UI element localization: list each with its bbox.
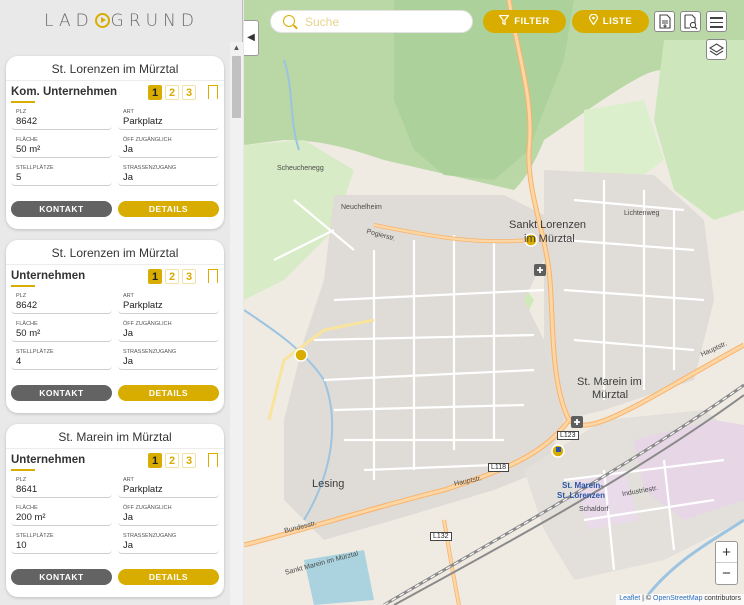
csv-download-icon <box>659 14 671 29</box>
logo-play-icon <box>94 13 110 28</box>
print-button[interactable] <box>680 11 701 32</box>
search-input[interactable] <box>305 14 465 30</box>
bookmark-icon[interactable] <box>207 453 218 472</box>
bookmark-icon[interactable] <box>207 269 218 288</box>
search-box[interactable] <box>270 10 473 33</box>
card-type: Unternehmen <box>11 270 86 282</box>
field-art: ART Parkplatz <box>118 108 219 130</box>
sidebar: LAD GRUND St. Lorenzen im Mürztal Kom. Un… <box>0 0 243 605</box>
field-art: ART Parkplatz <box>118 292 219 314</box>
contact-button[interactable]: KONTAKT <box>11 201 112 217</box>
map-label-place: Neuchelheim <box>341 204 382 211</box>
field-plz: PLZ 8642 <box>11 108 112 130</box>
details-button[interactable]: DETAILS <box>118 201 219 217</box>
map-pin-icon <box>588 14 598 25</box>
card-type: Kom. Unternehmen <box>11 86 118 98</box>
leaflet-link[interactable]: Leaflet <box>619 595 640 602</box>
location-card: St. Marein im Mürztal Unternehmen 1 2 3 … <box>6 424 224 597</box>
contact-button[interactable]: KONTAKT <box>11 569 112 585</box>
map-label-street: Lichtenweg <box>624 210 660 217</box>
field-art: ART Parkplatz <box>118 476 219 498</box>
map-label-place: Schaldorf <box>579 506 609 513</box>
zoom-in-button[interactable]: + <box>716 542 737 563</box>
sidebar-scrollbar[interactable]: ▲ <box>230 42 243 605</box>
field-flaeche: FLÄCHE 200 m² <box>11 504 112 526</box>
bookmark-icon[interactable] <box>207 85 218 104</box>
contact-button[interactable]: KONTAKT <box>11 385 112 401</box>
map-label-place: Scheuchenegg <box>277 165 324 172</box>
field-oeff-zugaenglich: ÖFF ZUGÄNGLICH Ja <box>118 504 219 526</box>
card-pager: 1 2 3 <box>148 269 196 284</box>
card-town: St. Lorenzen im Mürztal <box>51 246 179 260</box>
list-button[interactable]: LISTE <box>572 10 649 33</box>
field-stellplaetze: STELLPLÄTZE 10 <box>11 532 112 554</box>
details-button[interactable]: DETAILS <box>118 385 219 401</box>
field-strassenzugang: STRASSENZUGANG Ja <box>118 348 219 370</box>
layers-icon <box>708 43 725 56</box>
field-strassenzugang: STRASSENZUGANG Ja <box>118 532 219 554</box>
scroll-thumb[interactable] <box>232 56 241 118</box>
card-town: St. Lorenzen im Mürztal <box>51 62 179 76</box>
filter-icon <box>499 15 510 25</box>
filter-button[interactable]: FILTER <box>483 10 566 33</box>
card-town: St. Marein im Mürztal <box>58 430 172 444</box>
map-label-station: St. Marein- <box>562 481 603 490</box>
map-tiles <box>244 0 744 605</box>
details-button[interactable]: DETAILS <box>118 569 219 585</box>
road-shield: L118 <box>488 463 510 472</box>
card-pager: 1 2 3 <box>148 85 196 100</box>
map-label-town: Sankt Lorenzen <box>509 219 587 231</box>
page-button-1[interactable]: 1 <box>148 453 162 468</box>
road-shield: L132 <box>430 532 452 541</box>
field-plz: PLZ 8641 <box>11 476 112 498</box>
page-button-1[interactable]: 1 <box>148 85 162 100</box>
road-shield: L123 <box>557 431 579 440</box>
page-button-2[interactable]: 2 <box>165 269 179 284</box>
page-button-3[interactable]: 3 <box>182 85 196 100</box>
collapse-sidebar-button[interactable]: ◀ <box>244 20 259 56</box>
page-button-2[interactable]: 2 <box>165 453 179 468</box>
field-flaeche: FLÄCHE 50 m² <box>11 320 112 342</box>
layers-button[interactable] <box>706 39 727 60</box>
hamburger-icon <box>710 17 723 19</box>
map[interactable]: Sankt Lorenzen im Mürztal St. Marein im … <box>244 0 744 605</box>
card-pager: 1 2 3 <box>148 453 196 468</box>
location-card: St. Lorenzen im Mürztal Kom. Unternehmen… <box>6 56 224 229</box>
card-type: Unternehmen <box>11 454 86 466</box>
document-search-icon <box>684 14 698 30</box>
page-button-1[interactable]: 1 <box>148 269 162 284</box>
search-icon <box>283 15 295 27</box>
logo: LAD GRUND <box>44 11 199 31</box>
zoom-control: + − <box>715 541 738 585</box>
map-label-town: im Mürztal <box>524 233 575 245</box>
map-label-town: Lesing <box>312 478 345 490</box>
csv-export-button[interactable] <box>654 11 675 32</box>
map-label-station: St. Lorenzen <box>557 491 606 500</box>
scroll-up-arrow-icon[interactable]: ▲ <box>230 42 243 54</box>
zoom-out-button[interactable]: − <box>716 563 737 584</box>
location-card: St. Lorenzen im Mürztal Unternehmen 1 2 … <box>6 240 224 413</box>
page-button-3[interactable]: 3 <box>182 269 196 284</box>
map-label-town: St. Marein im <box>577 376 642 388</box>
field-oeff-zugaenglich: ÖFF ZUGÄNGLICH Ja <box>118 136 219 158</box>
field-stellplaetze: STELLPLÄTZE 5 <box>11 164 112 186</box>
field-flaeche: FLÄCHE 50 m² <box>11 136 112 158</box>
field-stellplaetze: STELLPLÄTZE 4 <box>11 348 112 370</box>
chevron-left-icon: ◀ <box>247 32 255 43</box>
page-button-3[interactable]: 3 <box>182 453 196 468</box>
field-strassenzugang: STRASSENZUGANG Ja <box>118 164 219 186</box>
field-plz: PLZ 8642 <box>11 292 112 314</box>
field-oeff-zugaenglich: ÖFF ZUGÄNGLICH Ja <box>118 320 219 342</box>
page-button-2[interactable]: 2 <box>165 85 179 100</box>
map-attribution: Leaflet | © OpenStreetMap contributors <box>616 594 744 605</box>
osm-link[interactable]: OpenStreetMap <box>653 595 702 602</box>
map-label-town: Mürztal <box>592 389 629 401</box>
menu-button[interactable] <box>706 11 727 32</box>
